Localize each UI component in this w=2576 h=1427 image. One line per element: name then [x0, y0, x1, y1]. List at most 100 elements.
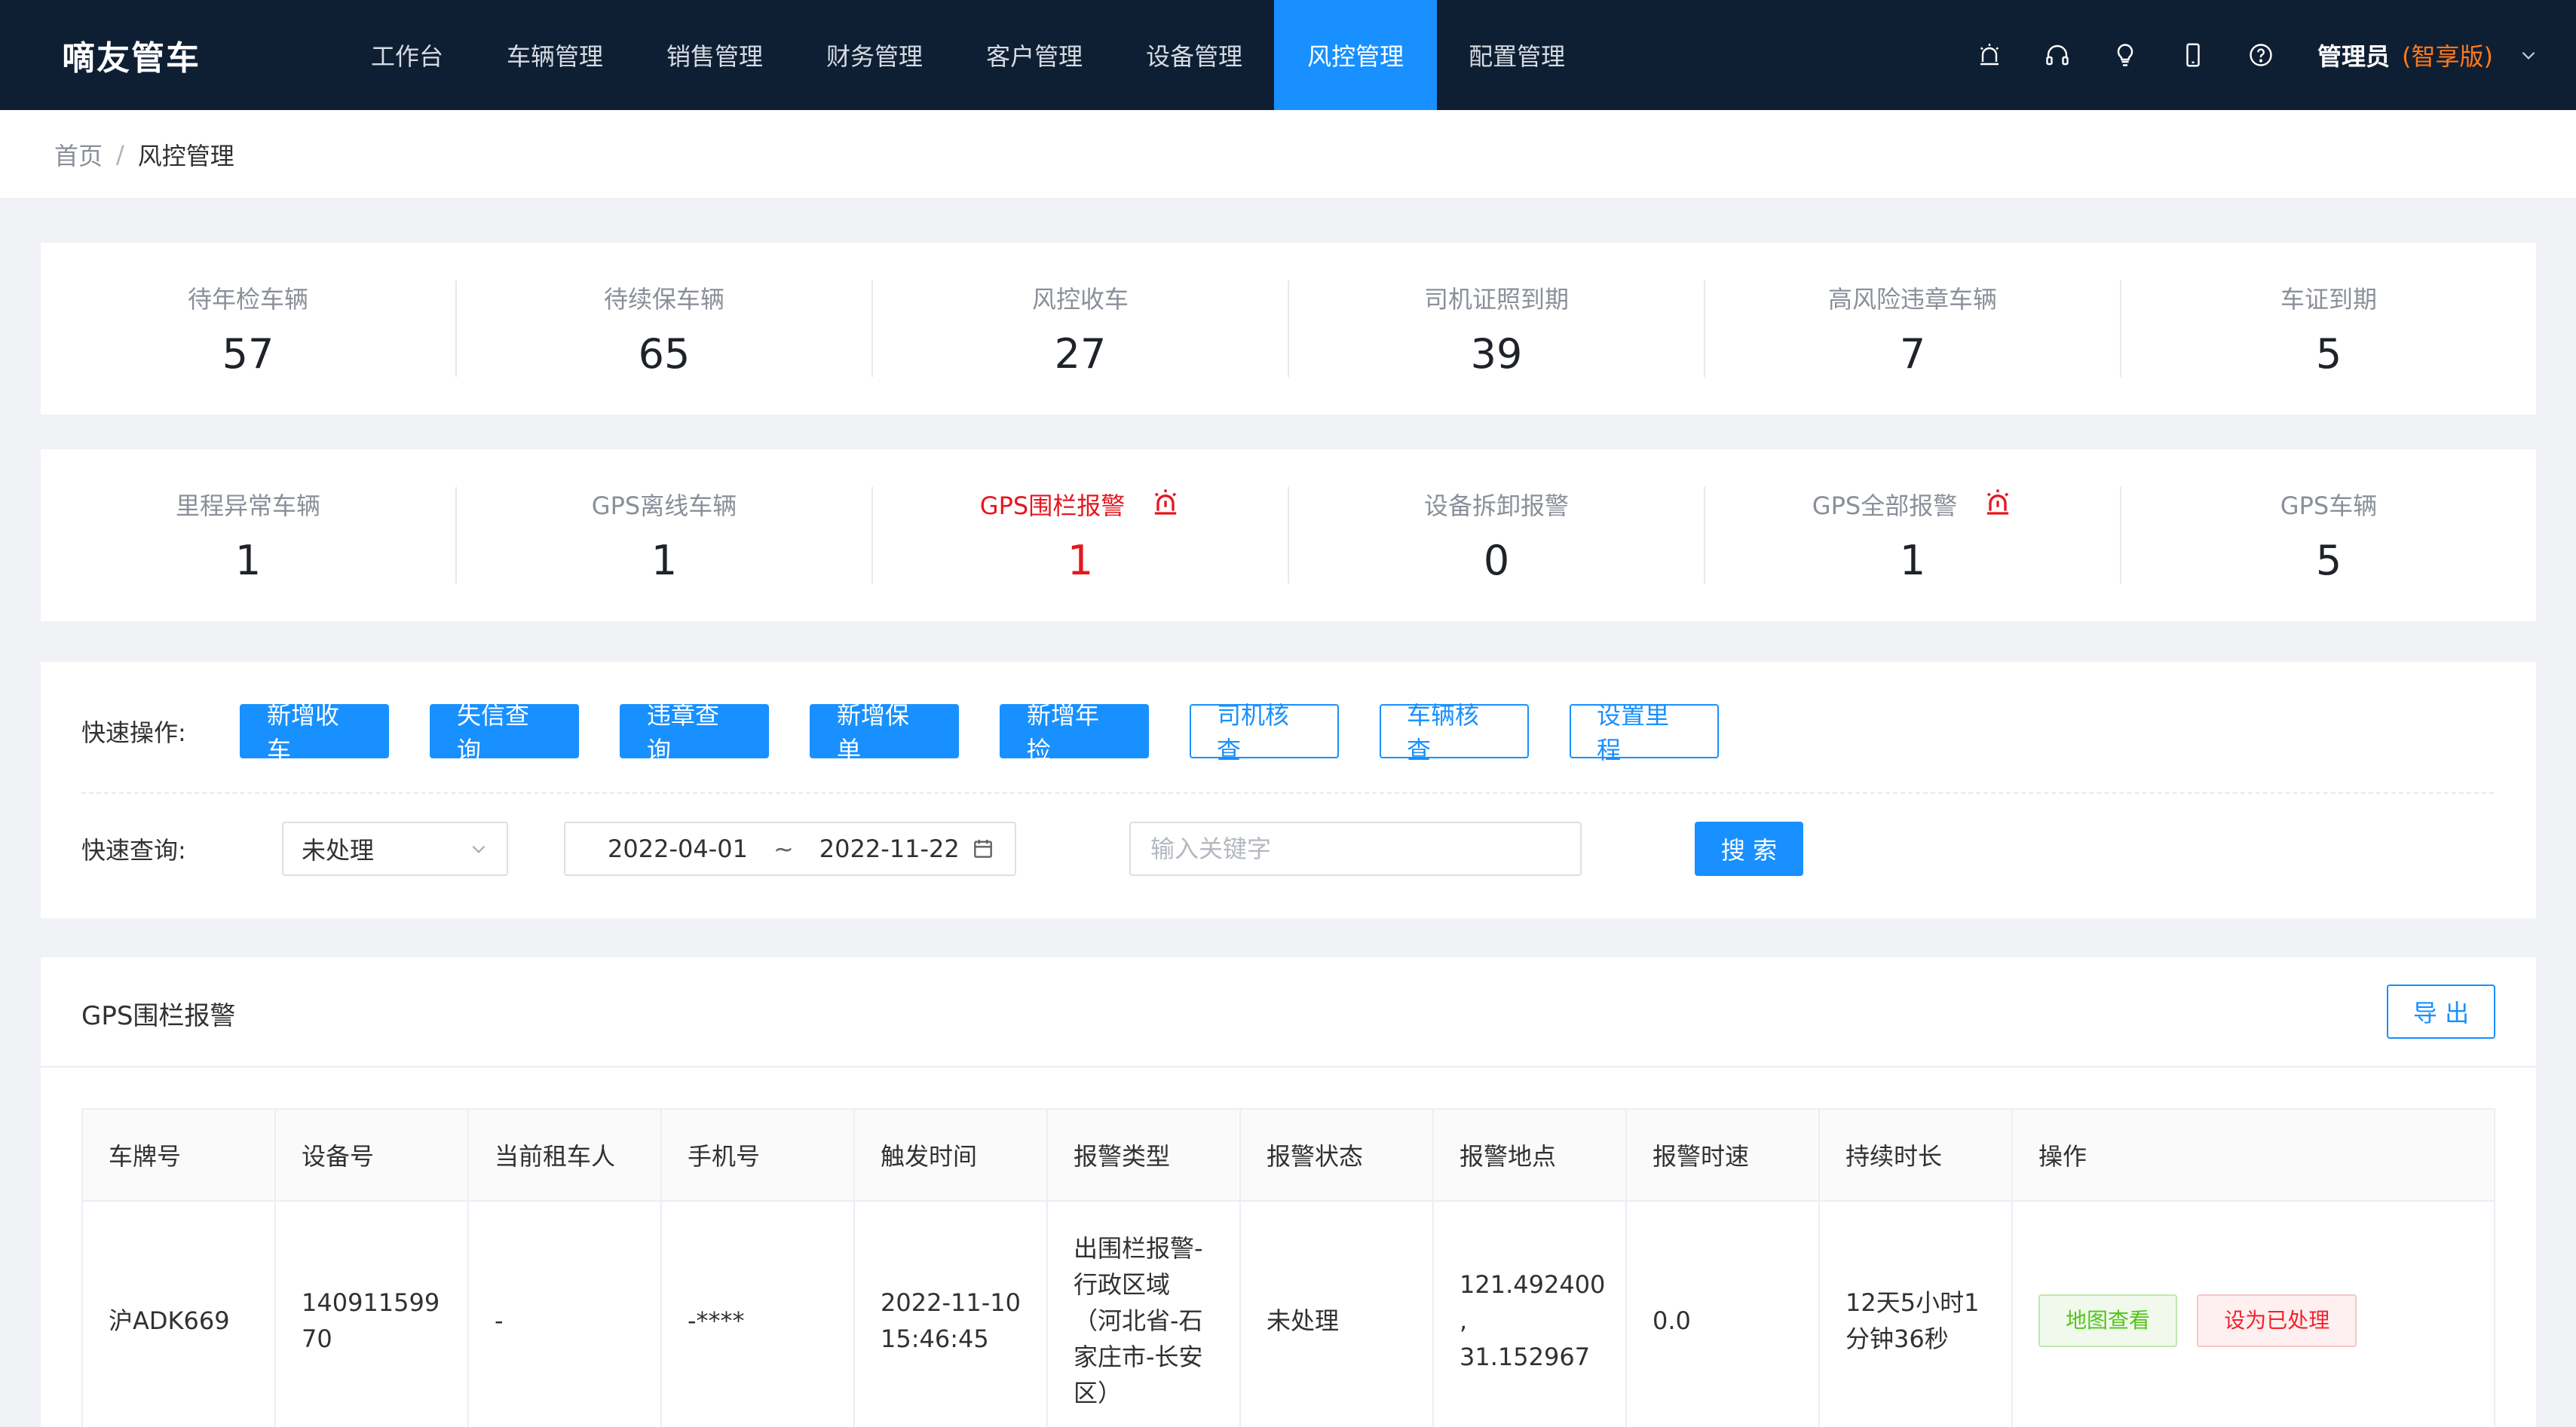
export-button[interactable]: 导 出	[2387, 985, 2495, 1039]
cell-location-line: 31.152967	[1460, 1343, 1591, 1371]
stat-label: 风控收车	[1031, 285, 1129, 314]
cell-alarm-type-line: 区）	[1074, 1379, 1123, 1407]
cell-plate: 沪ADK669	[81, 1200, 276, 1427]
lightbulb-icon[interactable]	[2091, 0, 2159, 110]
cell-device-line: 70	[302, 1324, 332, 1353]
headset-icon[interactable]	[2023, 0, 2091, 110]
stat-insurance-renewal[interactable]: 待续保车辆 65	[457, 280, 873, 377]
violation-query-button[interactable]: 违章查询	[620, 701, 769, 764]
alarm-icon	[1155, 489, 1177, 515]
stat-gps-offline[interactable]: GPS离线车辆 1	[457, 487, 873, 583]
column-header: 手机号	[660, 1108, 855, 1202]
stat-driver-license-expiry[interactable]: 司机证照到期 39	[1289, 280, 1705, 377]
column-header: 操作	[2011, 1108, 2495, 1202]
cell-device: 140911599 70	[274, 1200, 469, 1427]
stat-gps-fence-alarm[interactable]: GPS围栏报警 1	[873, 487, 1289, 583]
quick-ops-buttons: 新增收车 失信查询 违章查询 新增保单 新增年捡 司机核查 车辆核查 设置里程	[240, 701, 1719, 764]
divider	[81, 792, 2494, 794]
cell-duration-line: 12天5小时1	[1845, 1288, 1980, 1317]
stat-value: 1	[1067, 537, 1094, 584]
stat-value: 27	[1054, 330, 1107, 378]
new-policy-button[interactable]: 新增保单	[810, 701, 959, 764]
search-button[interactable]: 搜 索	[1695, 822, 1803, 876]
column-header: 报警时速	[1625, 1108, 1820, 1202]
breadcrumb-separator: /	[116, 139, 124, 169]
column-header: 设备号	[274, 1108, 469, 1202]
cell-location-line: ,	[1460, 1306, 1468, 1335]
top-navbar: 嘀友管车 工作台 车辆管理 销售管理 财务管理 客户管理 设备管理 风控管理 配…	[0, 0, 2576, 110]
mark-processed-button[interactable]: 设为已处理	[2197, 1294, 2357, 1347]
column-header: 触发时间	[853, 1108, 1048, 1202]
nav-item-config[interactable]: 配置管理	[1437, 0, 1597, 110]
stat-value: 57	[222, 330, 274, 378]
quick-ops-row: 快速操作: 新增收车 失信查询 违章查询 新增保单 新增年捡 司机核查 车辆核查…	[81, 701, 1719, 764]
cell-duration-line: 分钟36秒	[1845, 1324, 1949, 1353]
mobile-icon[interactable]	[2159, 0, 2227, 110]
stat-vehicle-cert-expiry[interactable]: 车证到期 5	[2121, 280, 2536, 377]
stat-label: 车证到期	[2280, 285, 2377, 314]
nav-item-risk-control[interactable]: 风控管理	[1274, 0, 1438, 110]
quick-actions-card: 快速操作: 新增收车 失信查询 违章查询 新增保单 新增年捡 司机核查 车辆核查…	[41, 662, 2536, 918]
cell-alarm-type-line: （河北省-石	[1074, 1306, 1203, 1335]
stat-gps-all-alarms[interactable]: GPS全部报警 1	[1705, 487, 2121, 583]
stat-high-risk-violation[interactable]: 高风险违章车辆 7	[1705, 280, 2121, 377]
stats-card-1: 待年检车辆 57 待续保车辆 65 风控收车 27 司机证照到期 39 高风险违…	[41, 243, 2536, 415]
nav-item-devices[interactable]: 设备管理	[1114, 0, 1274, 110]
stat-gps-vehicles[interactable]: GPS车辆 5	[2121, 487, 2536, 583]
keyword-search-input[interactable]	[1129, 822, 1582, 876]
driver-check-button[interactable]: 司机核查	[1190, 701, 1339, 764]
user-name: 管理员	[2317, 42, 2391, 71]
chevron-down-icon	[472, 845, 485, 853]
cell-phone: -****	[660, 1200, 855, 1427]
brand-logo[interactable]: 嘀友管车	[62, 0, 201, 110]
stat-label: 里程异常车辆	[175, 491, 320, 520]
quick-query-row: 快速查询: 未处理 2022-04-01 ~ 2022-11-22 搜 索	[81, 822, 1803, 876]
breadcrumb-home[interactable]: 首页	[54, 137, 103, 172]
column-header: 当前租车人	[467, 1108, 662, 1202]
nav-item-workbench[interactable]: 工作台	[339, 0, 475, 110]
column-header: 报警状态	[1239, 1108, 1434, 1202]
stat-label: GPS围栏报警	[979, 491, 1126, 520]
stats-card-2: 里程异常车辆 1 GPS离线车辆 1 GPS围栏报警 1 设备拆卸报警 0 GP…	[41, 449, 2536, 621]
nav-item-finance[interactable]: 财务管理	[795, 0, 954, 110]
cell-time-date: 2022-11-10	[881, 1288, 1021, 1317]
cell-time-clock: 15:46:45	[881, 1324, 989, 1353]
new-recovery-button[interactable]: 新增收车	[240, 701, 389, 764]
new-inspection-button[interactable]: 新增年捡	[1000, 701, 1149, 764]
table-row: 沪ADK669 140911599 70 - -**** 2022-11-10 …	[81, 1200, 2495, 1427]
set-mileage-button[interactable]: 设置里程	[1570, 701, 1719, 764]
column-header: 持续时长	[1818, 1108, 2013, 1202]
stat-value: 7	[1899, 330, 1926, 378]
nav-item-customers[interactable]: 客户管理	[954, 0, 1114, 110]
date-start: 2022-04-01	[608, 834, 748, 863]
vehicle-check-button[interactable]: 车辆核查	[1380, 701, 1529, 764]
stat-label: 设备拆卸报警	[1423, 491, 1569, 520]
stat-mileage-abnormal[interactable]: 里程异常车辆 1	[41, 487, 457, 583]
user-menu[interactable]: 管理员 (智享版)	[2317, 38, 2538, 72]
edition-badge: (智享版)	[2402, 42, 2493, 71]
stat-label: 高风险违章车辆	[1827, 285, 1997, 314]
nav-item-vehicles[interactable]: 车辆管理	[475, 0, 635, 110]
table-header-row: 车牌号 设备号 当前租车人 手机号 触发时间 报警类型 报警状态 报警地点 报警…	[81, 1108, 2495, 1202]
date-end: 2022-11-22	[819, 834, 960, 863]
stat-risk-recovery[interactable]: 风控收车 27	[873, 280, 1289, 377]
nav-item-sales[interactable]: 销售管理	[635, 0, 795, 110]
quick-ops-label: 快速操作:	[81, 718, 186, 747]
cell-alarm-type: 出围栏报警- 行政区域 （河北省-石 家庄市-长安 区）	[1046, 1200, 1241, 1427]
stat-device-removal-alarm[interactable]: 设备拆卸报警 0	[1289, 487, 1705, 583]
column-header: 报警类型	[1046, 1108, 1241, 1202]
help-icon[interactable]	[2227, 0, 2295, 110]
stat-value: 0	[1483, 537, 1510, 584]
date-range-picker[interactable]: 2022-04-01 ~ 2022-11-22	[564, 822, 1016, 876]
panel-divider	[41, 1066, 2536, 1067]
alarm-icon[interactable]	[1956, 0, 2023, 110]
view-map-button[interactable]: 地图查看	[2038, 1294, 2178, 1347]
stat-value: 1	[651, 537, 678, 584]
nav-toolbar: 管理员 (智享版)	[1956, 0, 2538, 110]
cell-trigger-time: 2022-11-10 15:46:45	[853, 1200, 1048, 1427]
stat-label-row: GPS全部报警	[1812, 487, 2013, 522]
stat-annual-inspection[interactable]: 待年检车辆 57	[41, 280, 457, 377]
status-select[interactable]: 未处理	[282, 822, 508, 876]
stat-label: GPS全部报警	[1812, 491, 1958, 520]
dishonesty-query-button[interactable]: 失信查询	[430, 701, 579, 764]
